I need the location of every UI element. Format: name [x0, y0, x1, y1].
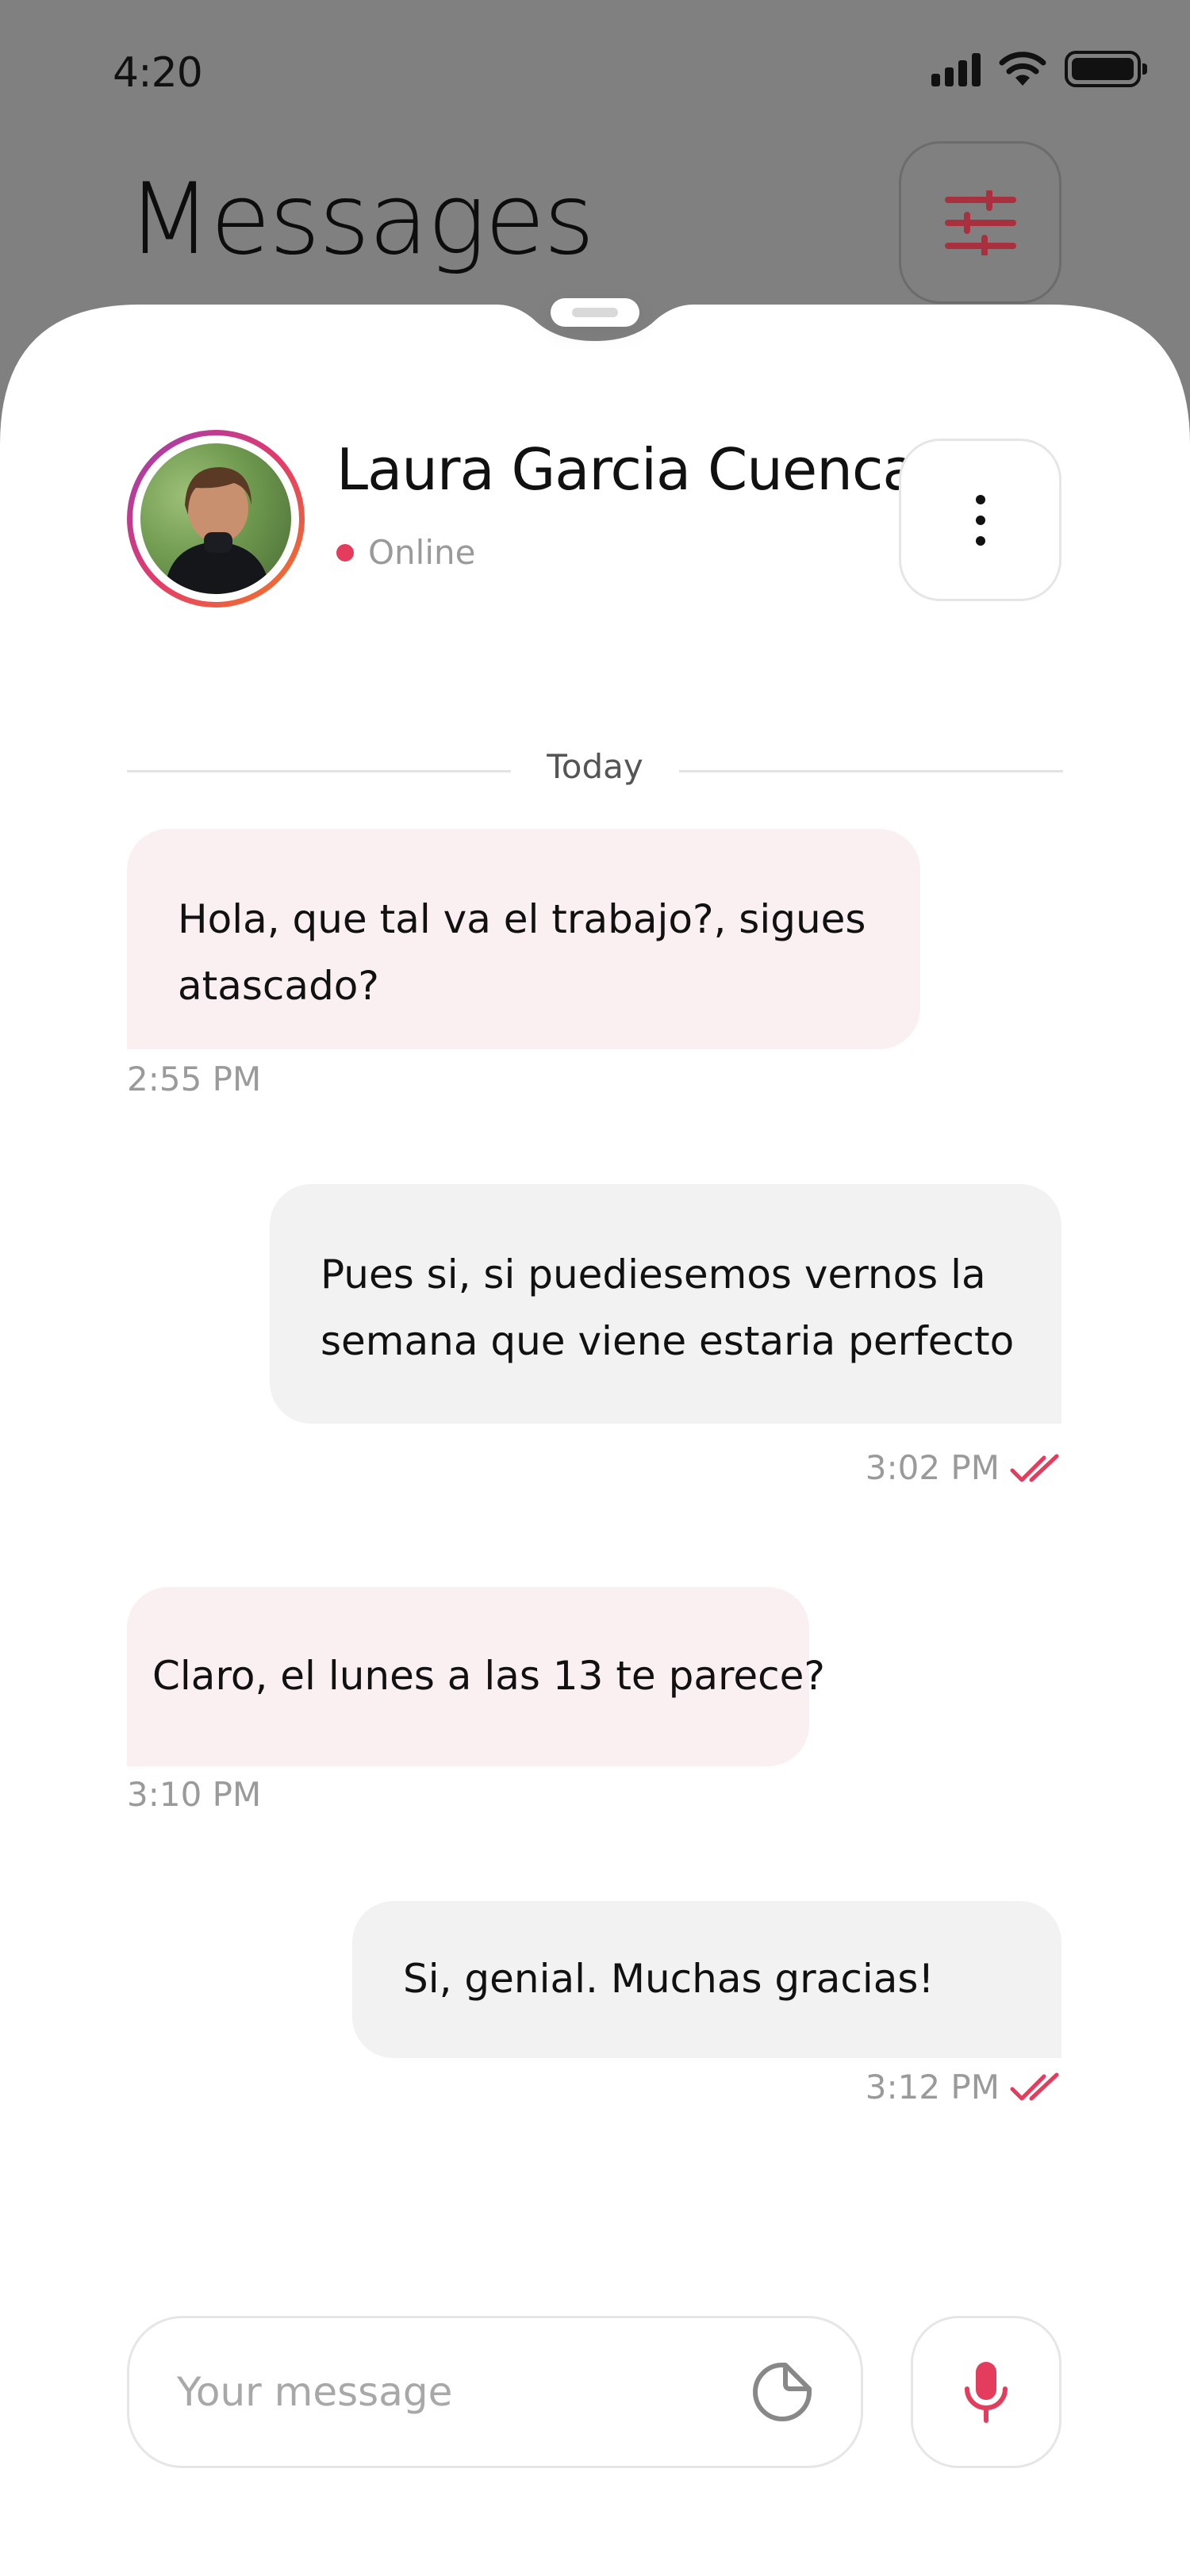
date-divider-right: [679, 770, 1063, 772]
contact-avatar[interactable]: [127, 430, 305, 608]
message-text: Claro, el lunes a las 13 te parece?: [152, 1653, 825, 1699]
message-bubble-incoming[interactable]: Hola, que tal va el trabajo?, sigues ata…: [127, 829, 920, 1049]
message-composer: [127, 2316, 863, 2468]
double-check-icon: [1010, 2072, 1059, 2101]
double-check-icon: [1010, 1454, 1059, 1482]
message-text: Hola, que tal va el trabajo?, sigues: [178, 896, 866, 942]
presence-status: Online: [336, 533, 475, 572]
sticker-icon: [753, 2363, 812, 2421]
online-indicator-icon: [336, 543, 354, 562]
date-divider-label: Today: [547, 747, 643, 786]
contact-name: Laura Garcia Cuenca: [336, 436, 918, 503]
microphone-icon: [965, 2362, 1008, 2423]
message-text: Si, genial. Muchas gracias!: [403, 1956, 935, 2002]
sticker-button[interactable]: [748, 2358, 816, 2426]
sheet-drag-handle[interactable]: [551, 298, 639, 327]
message-text: Pues si, si puediesemos vernos la: [321, 1252, 986, 1298]
message-text: atascado?: [178, 963, 379, 1009]
message-bubble-outgoing[interactable]: Si, genial. Muchas gracias!: [352, 1901, 1061, 2058]
message-timestamp: 3:12 PM: [865, 2068, 1000, 2106]
voice-message-button[interactable]: [911, 2316, 1061, 2468]
message-input[interactable]: [177, 2318, 732, 2466]
date-divider-left: [127, 770, 511, 772]
message-bubble-incoming[interactable]: Claro, el lunes a las 13 te parece?: [127, 1587, 825, 1766]
message-timestamp: 3:10 PM: [127, 1775, 262, 1814]
more-vertical-icon: [975, 494, 985, 504]
message-text: semana que viene estaria perfecto: [321, 1318, 1015, 1364]
more-options-button[interactable]: [899, 439, 1061, 601]
message-bubble-outgoing[interactable]: Pues si, si puediesemos vernos la semana…: [270, 1184, 1061, 1424]
message-timestamp: 3:02 PM: [865, 1448, 1000, 1487]
avatar-photo: [140, 443, 291, 594]
message-timestamp: 2:55 PM: [127, 1060, 262, 1098]
presence-label: Online: [368, 533, 476, 572]
